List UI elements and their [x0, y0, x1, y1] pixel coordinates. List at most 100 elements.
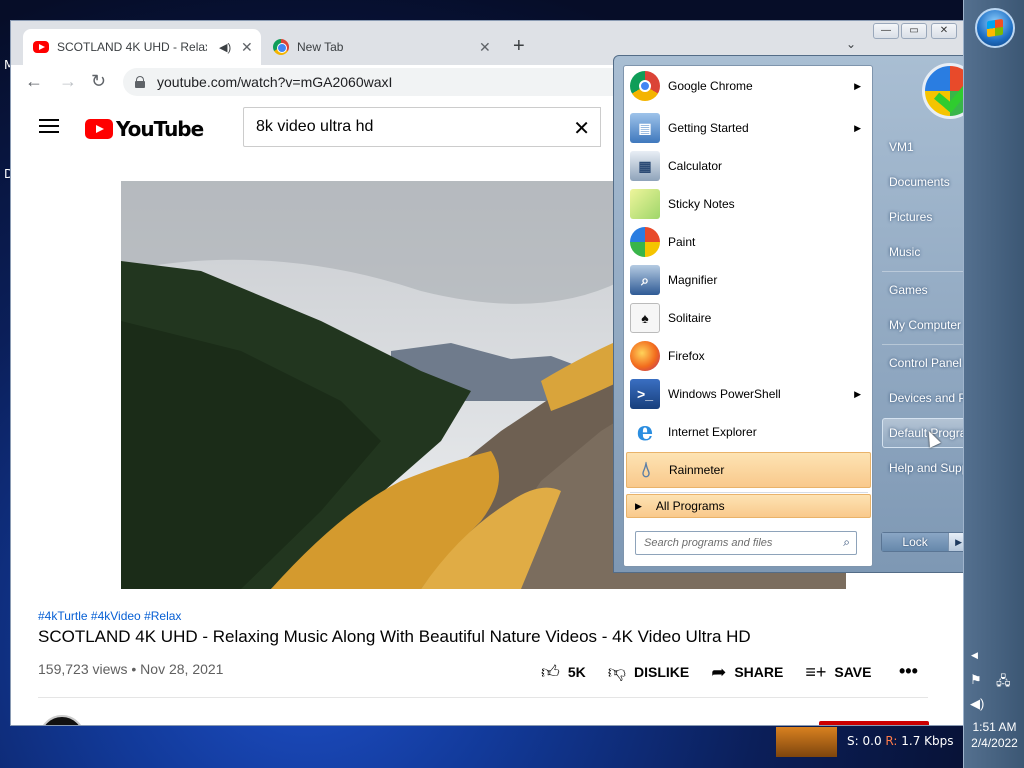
sm-right-games[interactable]: Games: [889, 283, 928, 297]
youtube-play-icon: [85, 119, 113, 139]
back-icon[interactable]: ←: [25, 71, 43, 92]
tab-new-tab[interactable]: New Tab ✕: [263, 29, 501, 65]
receive-value: 1.7 Kbps: [901, 734, 954, 748]
thumbs-up-icon: 👍︎: [541, 662, 560, 682]
calculator-icon: ▦: [630, 151, 660, 181]
sm-right-my-computer[interactable]: My Computer: [889, 318, 961, 332]
sm-item-magnifier[interactable]: ⌕ Magnifier: [626, 262, 871, 298]
save-button[interactable]: ≡+ SAVE: [805, 662, 871, 683]
lock-icon: [135, 76, 145, 88]
dislike-button[interactable]: 👎︎ DISLIKE: [608, 661, 690, 683]
start-button[interactable]: [975, 8, 1015, 48]
search-programs-input[interactable]: Search programs and files ⌕: [635, 531, 857, 555]
triangle-right-icon: ▶: [635, 500, 642, 511]
sm-item-label: Firefox: [668, 349, 705, 363]
more-icon[interactable]: •••: [899, 661, 918, 682]
chevron-right-icon: ▶: [854, 122, 861, 133]
new-tab-button[interactable]: +: [513, 35, 525, 58]
sm-right-vm1[interactable]: VM1: [889, 140, 914, 154]
clock[interactable]: 1:51 AM 2/4/2022: [964, 719, 1024, 751]
internet-explorer-icon: e: [636, 417, 654, 447]
share-icon: ➦: [711, 661, 727, 682]
send-value: 0.0: [862, 734, 882, 748]
search-placeholder: Search programs and files: [644, 537, 773, 549]
action-center-flag-icon[interactable]: ⚑: [970, 672, 982, 688]
windows-logo-icon: [987, 18, 1003, 38]
network-speed: S: 0.0 R: 1.7 Kbps: [847, 734, 954, 748]
divider: [630, 492, 868, 493]
menu-icon[interactable]: [39, 119, 59, 133]
sm-right-pictures[interactable]: Pictures: [889, 210, 932, 224]
search-value: 8k video ultra hd: [256, 118, 374, 135]
avatar[interactable]: [39, 715, 85, 725]
sm-item-label: Windows PowerShell: [668, 387, 781, 401]
close-icon[interactable]: ✕: [479, 39, 491, 56]
volume-icon[interactable]: ◀): [970, 696, 984, 712]
sm-item-sticky-notes[interactable]: Sticky Notes: [626, 186, 871, 222]
sticky-notes-icon: [630, 189, 660, 219]
chevron-right-icon: ▶: [854, 80, 861, 91]
sm-item-rainmeter[interactable]: 💧︎ Rainmeter: [626, 452, 871, 488]
sm-item-label: Paint: [668, 235, 696, 249]
tab-youtube[interactable]: SCOTLAND 4K UHD - Relaxi ◀) ✕: [23, 29, 261, 65]
sm-item-google-chrome[interactable]: Google Chrome ▶: [626, 68, 871, 104]
youtube-logo[interactable]: YouTube: [85, 117, 204, 141]
video-actions: 👍︎ 5K 👎︎ DISLIKE ➦ SHARE ≡+ SAVE: [541, 661, 893, 683]
save-label: SAVE: [834, 664, 872, 680]
lock-label: Lock: [882, 533, 950, 551]
sm-item-internet-explorer[interactable]: e Internet Explorer: [626, 414, 871, 450]
firefox-icon: [630, 341, 660, 371]
sm-item-label: Rainmeter: [669, 463, 725, 477]
sm-item-windows-powershell[interactable]: >_ Windows PowerShell ▶: [626, 376, 871, 412]
show-hidden-icons[interactable]: ◀: [971, 650, 978, 661]
network-icon[interactable]: 🖧︎: [996, 672, 1011, 694]
share-button[interactable]: ➦ SHARE: [711, 662, 783, 683]
magnifier-icon: ⌕: [630, 265, 660, 295]
video-meta: 159,723 views • Nov 28, 2021: [38, 661, 224, 677]
sm-item-label: Solitaire: [668, 311, 712, 325]
video-title: SCOTLAND 4K UHD - Relaxing Music Along W…: [38, 627, 751, 646]
url-text: youtube.com/watch?v=mGA2060waxI: [157, 74, 393, 90]
sm-item-label: Internet Explorer: [668, 425, 757, 439]
sm-item-calculator[interactable]: ▦ Calculator: [626, 148, 871, 184]
send-label: S:: [847, 734, 859, 748]
hashtags[interactable]: #4kTurtle #4kVideo #Relax: [38, 609, 181, 623]
chevron-down-icon[interactable]: ⌄: [846, 37, 856, 51]
clock-time: 1:51 AM: [972, 720, 1017, 734]
youtube-logo-text: YouTube: [116, 117, 204, 141]
forward-icon[interactable]: →: [59, 71, 77, 92]
receive-label: R:: [885, 734, 898, 748]
sm-right-music[interactable]: Music: [889, 245, 920, 259]
like-button[interactable]: 👍︎ 5K: [541, 661, 586, 683]
audio-icon[interactable]: ◀): [219, 41, 231, 54]
sm-item-label: Sticky Notes: [668, 197, 735, 211]
reload-icon[interactable]: ↻: [91, 71, 106, 92]
subscribe-button[interactable]: [819, 721, 929, 725]
clock-date: 2/4/2022: [971, 736, 1018, 750]
sm-item-paint[interactable]: Paint: [626, 224, 871, 260]
paint-icon: [630, 227, 660, 257]
start-menu-programs: Google Chrome ▶ ▤ Getting Started ▶ ▦ Ca…: [623, 65, 873, 567]
youtube-icon: [33, 41, 49, 53]
sm-item-firefox[interactable]: Firefox: [626, 338, 871, 374]
sm-item-getting-started[interactable]: ▤ Getting Started ▶: [626, 110, 871, 146]
minimize-button[interactable]: —: [873, 23, 899, 39]
taskbar: ◀ ⚑ 🖧︎ ◀) 1:51 AM 2/4/2022: [963, 0, 1024, 768]
rainmeter-icon: 💧︎: [641, 457, 651, 482]
search-icon: ⌕: [843, 535, 850, 549]
all-programs-button[interactable]: ▶ All Programs: [626, 494, 871, 518]
tab-title: SCOTLAND 4K UHD - Relaxi: [57, 40, 207, 54]
close-button[interactable]: ✕: [931, 23, 957, 39]
sm-right-documents[interactable]: Documents: [889, 175, 950, 189]
sm-right-control-panel[interactable]: Control Panel: [889, 356, 962, 370]
maximize-button[interactable]: ▭: [901, 23, 927, 39]
like-count: 5K: [567, 664, 586, 680]
lock-button[interactable]: Lock ▶: [881, 532, 969, 552]
powershell-icon: >_: [630, 379, 660, 409]
search-input[interactable]: 8k video ultra hd ✕: [243, 107, 601, 147]
getting-started-icon: ▤: [630, 113, 660, 143]
chrome-icon: [273, 39, 289, 55]
close-icon[interactable]: ✕: [241, 39, 253, 56]
clear-icon[interactable]: ✕: [573, 116, 590, 141]
sm-item-solitaire[interactable]: ♠ Solitaire: [626, 300, 871, 336]
